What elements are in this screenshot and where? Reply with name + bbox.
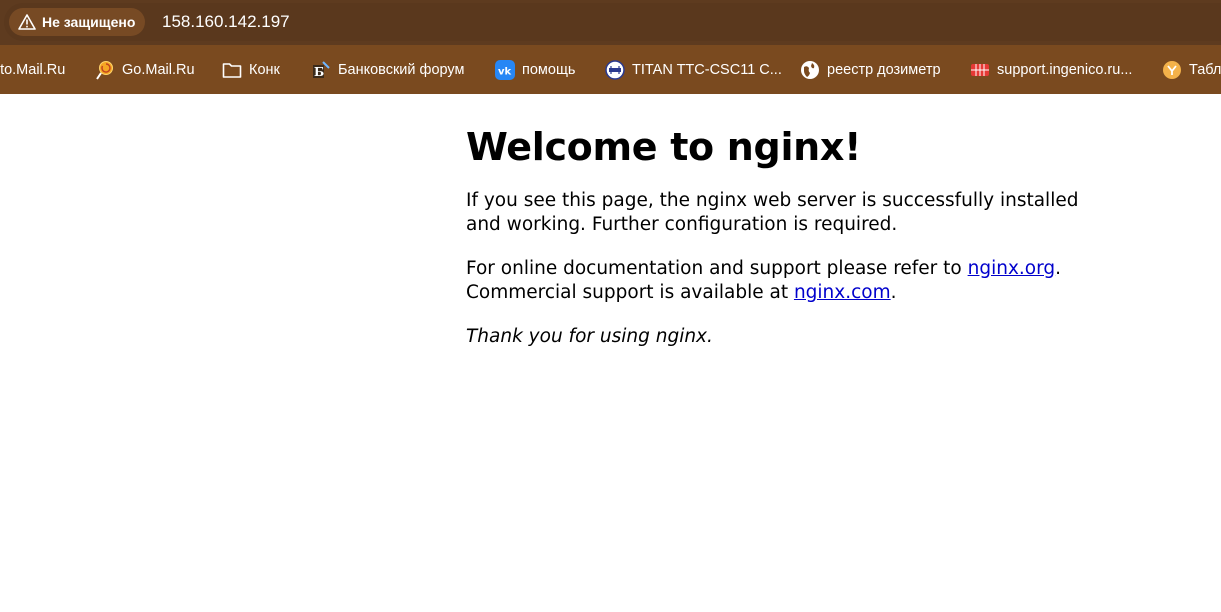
- svg-text:Б: Б: [314, 65, 324, 79]
- address-bar: Не защищено 158.160.142.197: [0, 0, 1221, 45]
- bookmark-bank-forum[interactable]: Б Банковский форум: [311, 45, 464, 94]
- security-indicator[interactable]: Не защищено: [9, 8, 146, 36]
- nginx-com-link[interactable]: nginx.com: [794, 282, 891, 303]
- intro-paragraph: If you see this page, the nginx web serv…: [466, 190, 1079, 235]
- bank-forum-icon: Б: [311, 60, 331, 80]
- bookmark-folder-konk[interactable]: Конк: [222, 45, 280, 94]
- globe-icon: [800, 60, 820, 80]
- bookmark-dosimeter-registry[interactable]: реестр дозиметр: [800, 45, 941, 94]
- lollipop-icon: [95, 60, 115, 80]
- bookmark-sheets[interactable]: Табл: [1162, 45, 1221, 94]
- bookmark-go-mail[interactable]: Go.Mail.Ru: [95, 45, 195, 94]
- bookmark-label: Банковский форум: [338, 61, 465, 78]
- browser-chrome: Не защищено 158.160.142.197 oto.Mail.Ru …: [0, 0, 1221, 94]
- bookmarks-bar: oto.Mail.Ru Go.Mail.Ru Конк: [0, 45, 1221, 94]
- url-text[interactable]: 158.160.142.197: [162, 12, 290, 32]
- bookmark-label: реестр дозиметр: [827, 61, 941, 78]
- nginx-org-link[interactable]: nginx.org: [968, 258, 1056, 279]
- vk-icon: vk: [495, 59, 515, 80]
- bookmark-label: oto.Mail.Ru: [0, 61, 66, 78]
- bookmark-ingenico-support[interactable]: support.ingenico.ru...: [970, 45, 1132, 94]
- bookmark-label: Go.Mail.Ru: [122, 61, 195, 78]
- docs-period: .: [1055, 258, 1062, 279]
- bookmark-vk-help[interactable]: vk помощь: [495, 45, 575, 94]
- warning-icon: [18, 14, 36, 30]
- commercial-period: .: [890, 282, 897, 303]
- titan-icon: [605, 59, 625, 80]
- bookmark-mail-photo[interactable]: oto.Mail.Ru: [0, 45, 65, 94]
- bookmark-label: помощь: [522, 61, 576, 78]
- security-label: Не защищено: [42, 14, 136, 30]
- bookmark-label: support.ingenico.ru...: [997, 61, 1133, 78]
- bookmark-label: Конк: [249, 61, 280, 78]
- ingenico-icon: [970, 60, 990, 80]
- bookmark-titan[interactable]: TITAN TTC-CSC11 C...: [605, 45, 782, 94]
- docs-text: For online documentation and support ple…: [466, 258, 968, 279]
- sheets-icon: [1162, 60, 1182, 80]
- thank-you-text: Thank you for using nginx.: [466, 326, 713, 347]
- page-title: Welcome to nginx!: [466, 125, 862, 169]
- svg-text:vk: vk: [498, 66, 512, 77]
- docs-paragraph: For online documentation and support ple…: [466, 257, 1106, 305]
- bookmark-label: Табл: [1189, 61, 1221, 78]
- folder-icon: [222, 60, 242, 80]
- commercial-text: Commercial support is available at: [466, 282, 794, 303]
- bookmark-label: TITAN TTC-CSC11 C...: [632, 61, 782, 78]
- page-content: Welcome to nginx! If you see this page, …: [466, 94, 1106, 349]
